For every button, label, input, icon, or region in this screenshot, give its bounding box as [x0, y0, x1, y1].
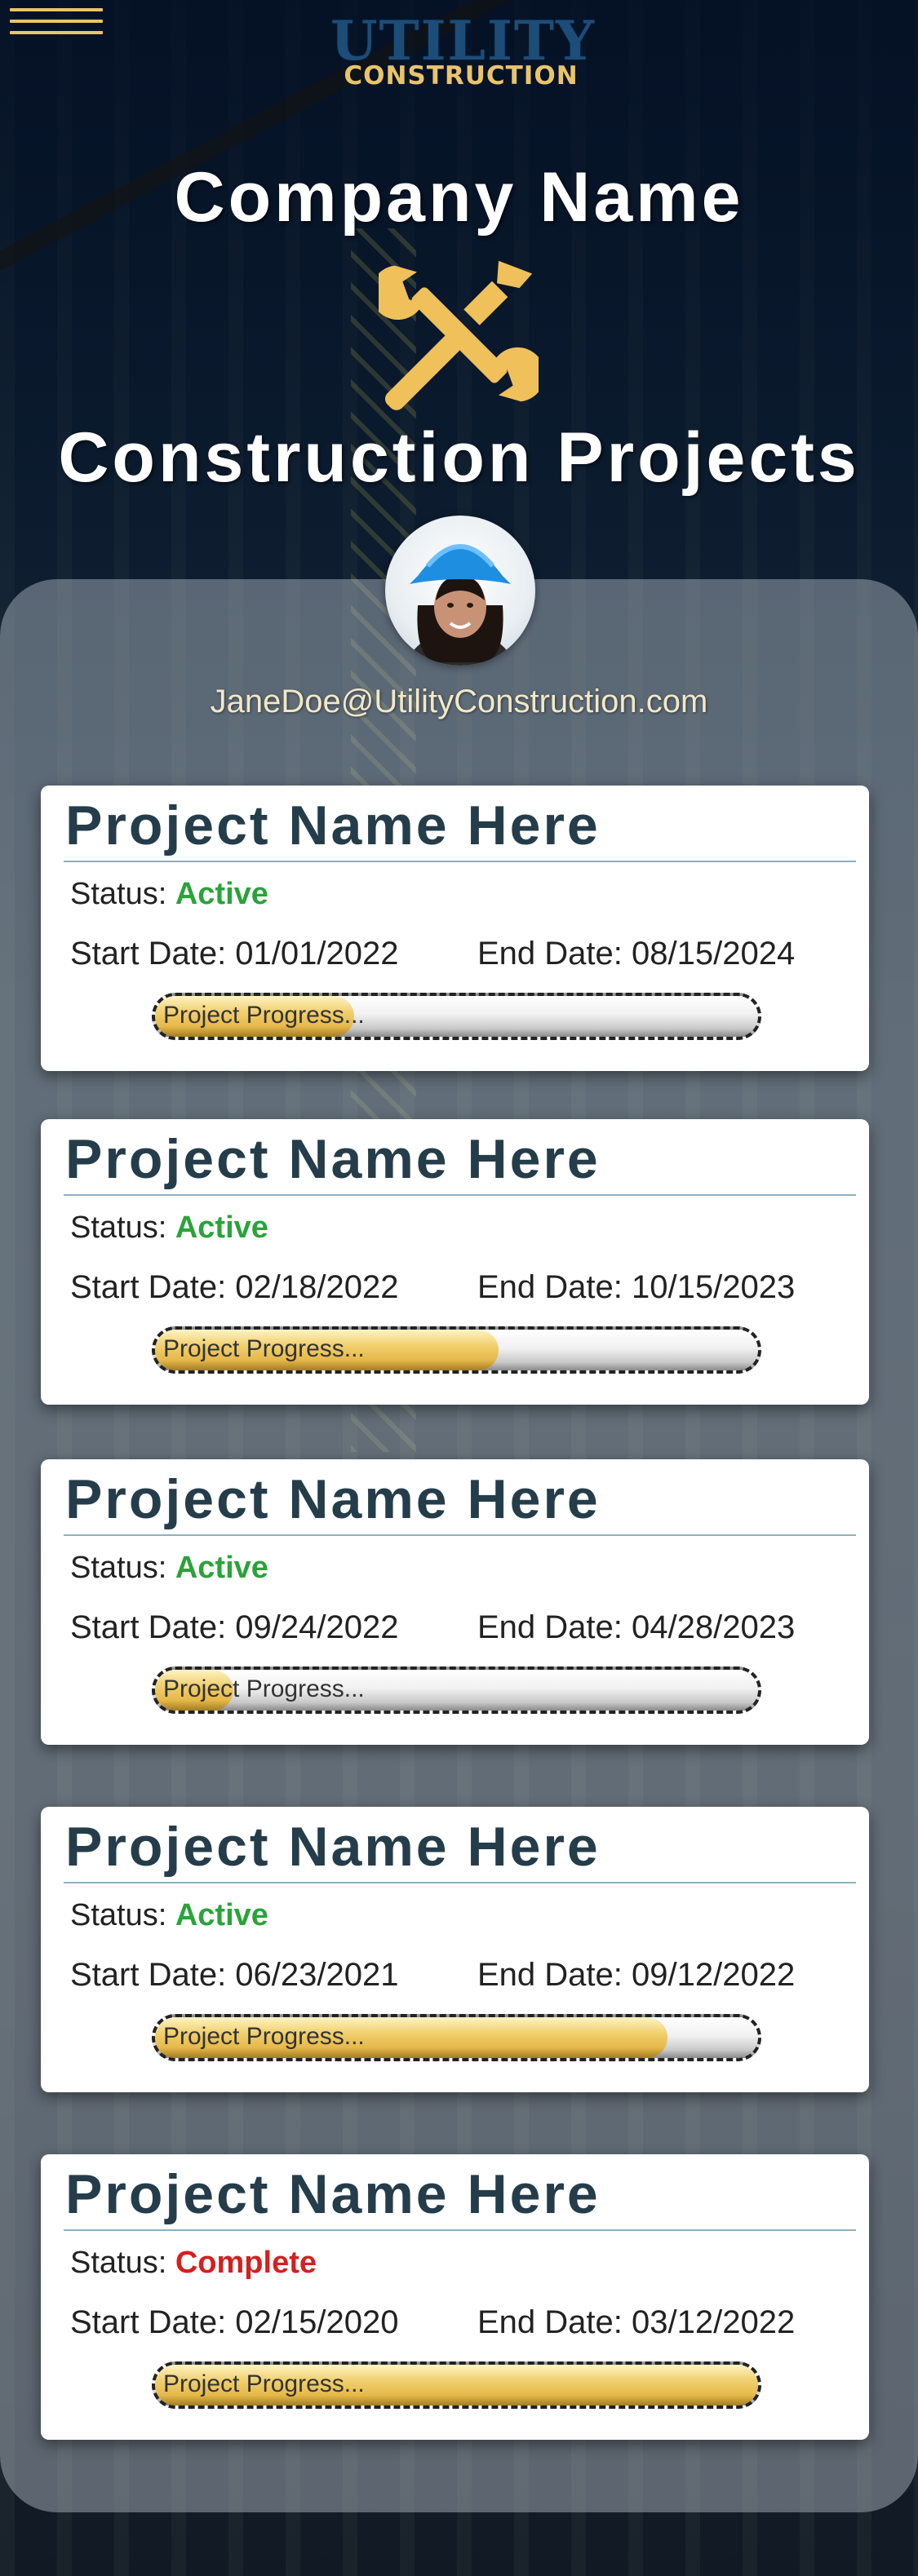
project-status: Status: Active	[70, 877, 268, 912]
progress-label: Project Progress...	[163, 2023, 365, 2050]
end-date: End Date: 10/15/2023	[477, 1269, 796, 1305]
status-value: Complete	[175, 2246, 317, 2280]
status-value: Active	[175, 877, 268, 911]
end-date: End Date: 08/15/2024	[477, 936, 796, 972]
project-card[interactable]: Project Name Here Status: Active Start D…	[41, 1807, 869, 2092]
status-value: Active	[175, 1898, 268, 1932]
status-label: Status:	[70, 1211, 167, 1245]
start-date: Start Date: 02/18/2022	[70, 1269, 399, 1305]
progress-label: Project Progress...	[163, 1002, 365, 1029]
page-title: Construction Projects	[58, 418, 860, 497]
project-name: Project Name Here	[65, 1128, 601, 1190]
profile-avatar[interactable]	[385, 516, 535, 666]
project-status: Status: Complete	[70, 2246, 317, 2281]
project-card[interactable]: Project Name Here Status: Active Start D…	[41, 786, 869, 1071]
start-date: Start Date: 06/23/2021	[70, 1957, 399, 1993]
company-name: Company Name	[174, 158, 744, 237]
progress-label: Project Progress...	[163, 1335, 365, 1362]
status-value: Active	[175, 1211, 268, 1245]
end-date: End Date: 04/28/2023	[477, 1609, 796, 1645]
divider	[64, 1534, 856, 1536]
company-logo[interactable]: UTILITY CONSTRUCTION	[330, 9, 596, 91]
project-card[interactable]: Project Name Here Status: Complete Start…	[41, 2154, 869, 2440]
project-name: Project Name Here	[65, 1468, 601, 1530]
project-name: Project Name Here	[65, 794, 601, 856]
divider	[64, 2229, 856, 2231]
project-progress-bar: Project Progress...	[152, 1326, 761, 1374]
project-card[interactable]: Project Name Here Status: Active Start D…	[41, 1459, 869, 1745]
divider	[64, 1882, 856, 1883]
project-progress-bar: Project Progress...	[152, 993, 761, 1040]
project-status: Status: Active	[70, 1551, 268, 1586]
divider	[64, 1194, 856, 1196]
wrench-screwdriver-icon	[379, 260, 539, 410]
end-date: End Date: 03/12/2022	[477, 2304, 796, 2340]
progress-label: Project Progress...	[163, 2370, 365, 2397]
logo-construction-text: CONSTRUCTION	[344, 61, 579, 91]
profile-email[interactable]: JaneDoe@UtilityConstruction.com	[0, 684, 918, 720]
status-label: Status:	[70, 1898, 167, 1932]
status-label: Status:	[70, 2246, 167, 2280]
avatar-illustration-icon	[405, 544, 516, 666]
project-progress-bar: Project Progress...	[152, 2014, 761, 2061]
project-status: Status: Active	[70, 1211, 268, 1246]
project-progress-bar: Project Progress...	[152, 1666, 761, 1714]
project-card[interactable]: Project Name Here Status: Active Start D…	[41, 1119, 869, 1405]
project-status: Status: Active	[70, 1898, 268, 1933]
start-date: Start Date: 01/01/2022	[70, 936, 399, 972]
end-date: End Date: 09/12/2022	[477, 1957, 796, 1993]
status-value: Active	[175, 1551, 268, 1585]
project-name: Project Name Here	[65, 2163, 601, 2225]
logo-utility-text: UTILITY	[330, 9, 596, 73]
progress-label: Project Progress...	[163, 1675, 365, 1702]
status-label: Status:	[70, 1551, 167, 1585]
start-date: Start Date: 02/15/2020	[70, 2304, 399, 2340]
status-label: Status:	[70, 877, 167, 911]
start-date: Start Date: 09/24/2022	[70, 1609, 399, 1645]
divider	[64, 861, 856, 862]
hamburger-menu-icon[interactable]	[10, 8, 103, 46]
project-progress-bar: Project Progress...	[152, 2361, 761, 2409]
project-name: Project Name Here	[65, 1816, 601, 1878]
